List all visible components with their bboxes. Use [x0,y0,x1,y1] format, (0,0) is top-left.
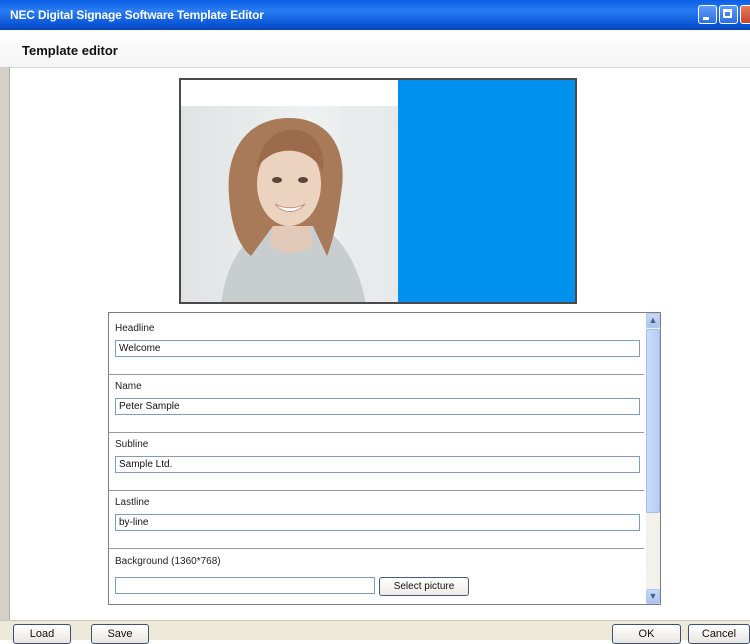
background-label: Background (1360*768) [115,556,221,567]
minimize-icon[interactable] [698,5,717,24]
portrait-photo [181,106,398,302]
vertical-scrollbar[interactable]: ▲ ▼ [646,313,660,604]
headline-label: Headline [115,323,155,334]
divider [109,432,644,433]
lastline-field[interactable]: by-line [115,514,640,531]
load-button[interactable]: Load [13,624,71,644]
ok-button[interactable]: OK [612,624,681,644]
scroll-up-icon[interactable]: ▲ [646,313,660,328]
background-path-field[interactable] [115,577,375,594]
template-preview [179,78,577,304]
scroll-down-icon[interactable]: ▼ [646,589,660,604]
divider [109,490,644,491]
template-fields-panel: Headline Welcome Name Peter Sample Subli… [108,312,661,605]
page-header: Template editor [0,30,750,68]
page-title: Template editor [22,43,118,58]
divider [109,548,644,549]
maximize-icon[interactable] [719,5,738,24]
name-field[interactable]: Peter Sample [115,398,640,415]
lastline-label: Lastline [115,497,150,508]
window-titlebar: NEC Digital Signage Software Template Ed… [0,0,750,30]
divider [109,374,644,375]
headline-field[interactable]: Welcome [115,340,640,357]
window-title: NEC Digital Signage Software Template Ed… [10,8,264,22]
portrait-illustration [221,106,381,302]
subline-field[interactable]: Sample Ltd. [115,456,640,473]
name-label: Name [115,381,142,392]
close-icon[interactable] [740,5,750,24]
scroll-thumb[interactable] [646,329,660,513]
left-frame-border [0,67,10,620]
subline-label: Subline [115,439,149,450]
preview-blue-panel [398,80,575,302]
save-button[interactable]: Save [91,624,149,644]
select-picture-button[interactable]: Select picture [379,577,469,596]
cancel-button[interactable]: Cancel [688,624,750,644]
